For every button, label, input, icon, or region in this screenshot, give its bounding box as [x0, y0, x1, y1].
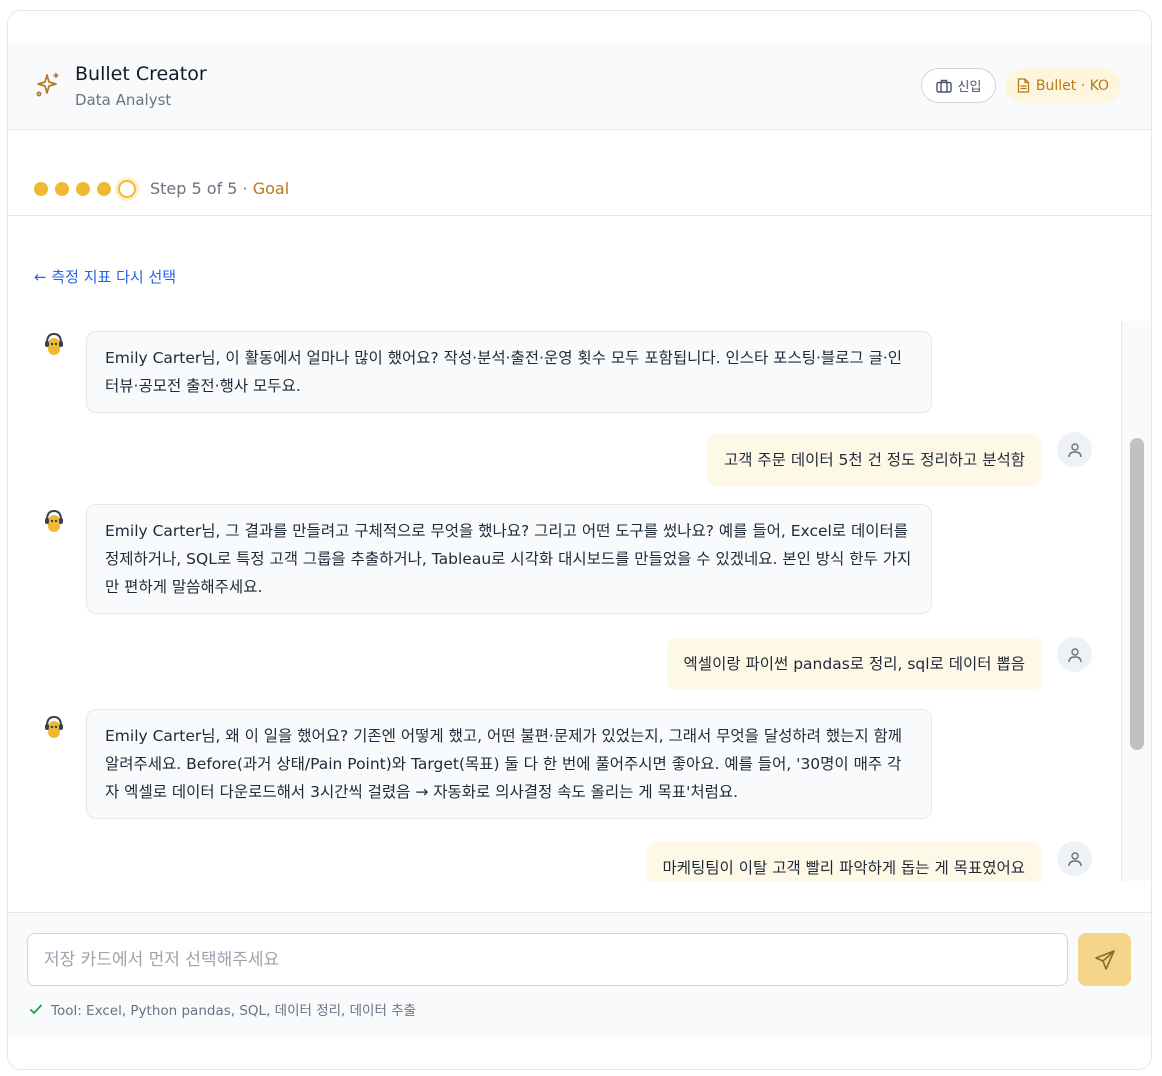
user-avatar [1057, 432, 1092, 467]
bullet-language-pill[interactable]: Bullet · KO [1005, 68, 1121, 103]
send-button[interactable] [1078, 933, 1131, 986]
scrollbar-thumb[interactable] [1130, 438, 1144, 750]
level-label: 신입 [957, 80, 982, 95]
composer-area: Tool: Excel, Python pandas, SQL, 데이터 정리,… [8, 912, 1151, 1037]
user-icon [1067, 851, 1082, 866]
bot-message: Emily Carter님, 왜 이 일을 했어요? 기존엔 어떻게 했고, 어… [86, 709, 932, 819]
step-dots [34, 180, 136, 198]
chat-thread[interactable]: Emily Carter님, 이 활동에서 얼마나 많이 했어요? 작성·분석·… [8, 321, 1121, 881]
tool-summary: Tool: Excel, Python pandas, SQL, 데이터 정리,… [29, 999, 416, 1019]
bot-avatar-icon [45, 509, 63, 532]
tool-list: Tool: Excel, Python pandas, SQL, 데이터 정리,… [51, 1003, 417, 1019]
chat-scrollbar[interactable] [1121, 321, 1151, 881]
header: Bullet Creator Data Analyst 신입 Bullet · … [8, 43, 1151, 130]
role-subtitle: Data Analyst [75, 91, 172, 109]
user-icon [1067, 442, 1082, 457]
document-icon [1017, 78, 1030, 93]
sparkle-icon [36, 73, 59, 97]
step-progress: Step 5 of 5 · Goal [8, 130, 1151, 216]
step-dot [34, 182, 48, 196]
checkmark-icon [29, 1004, 43, 1015]
bullet-label: Bullet · KO [1035, 77, 1110, 94]
user-message: 고객 주문 데이터 5천 건 정도 정리하고 분석함 [706, 434, 1042, 486]
user-icon [1067, 647, 1082, 662]
step-goal: Goal [252, 179, 290, 198]
step-dot [55, 182, 69, 196]
user-avatar [1057, 841, 1092, 876]
step-count: Step 5 of 5 · [150, 179, 253, 198]
step-dot-current [118, 180, 136, 198]
app-title: Bullet Creator [75, 63, 207, 85]
user-message: 마케팅팀이 이탈 고객 빨리 파악하게 돕는 게 목표였어요 [645, 842, 1042, 881]
message-input[interactable] [27, 933, 1068, 986]
send-icon [1094, 949, 1115, 970]
user-message: 엑셀이랑 파이썬 pandas로 정리, sql로 데이터 뽑음 [666, 638, 1042, 690]
user-avatar [1057, 637, 1092, 672]
briefcase-icon [935, 79, 952, 93]
step-dot [76, 182, 90, 196]
bot-avatar-icon [45, 332, 63, 355]
step-text: Step 5 of 5 · Goal [150, 179, 289, 198]
app-frame: Bullet Creator Data Analyst 신입 Bullet · … [7, 10, 1152, 1070]
bot-avatar-icon [45, 715, 63, 738]
bot-message: Emily Carter님, 그 결과를 만들려고 구체적으로 무엇을 했나요?… [86, 504, 932, 614]
level-pill[interactable]: 신입 [921, 68, 996, 103]
step-dot [97, 182, 111, 196]
bot-message: Emily Carter님, 이 활동에서 얼마나 많이 했어요? 작성·분석·… [86, 331, 932, 413]
back-to-metric-link[interactable]: ← 측정 지표 다시 선택 [34, 266, 176, 287]
